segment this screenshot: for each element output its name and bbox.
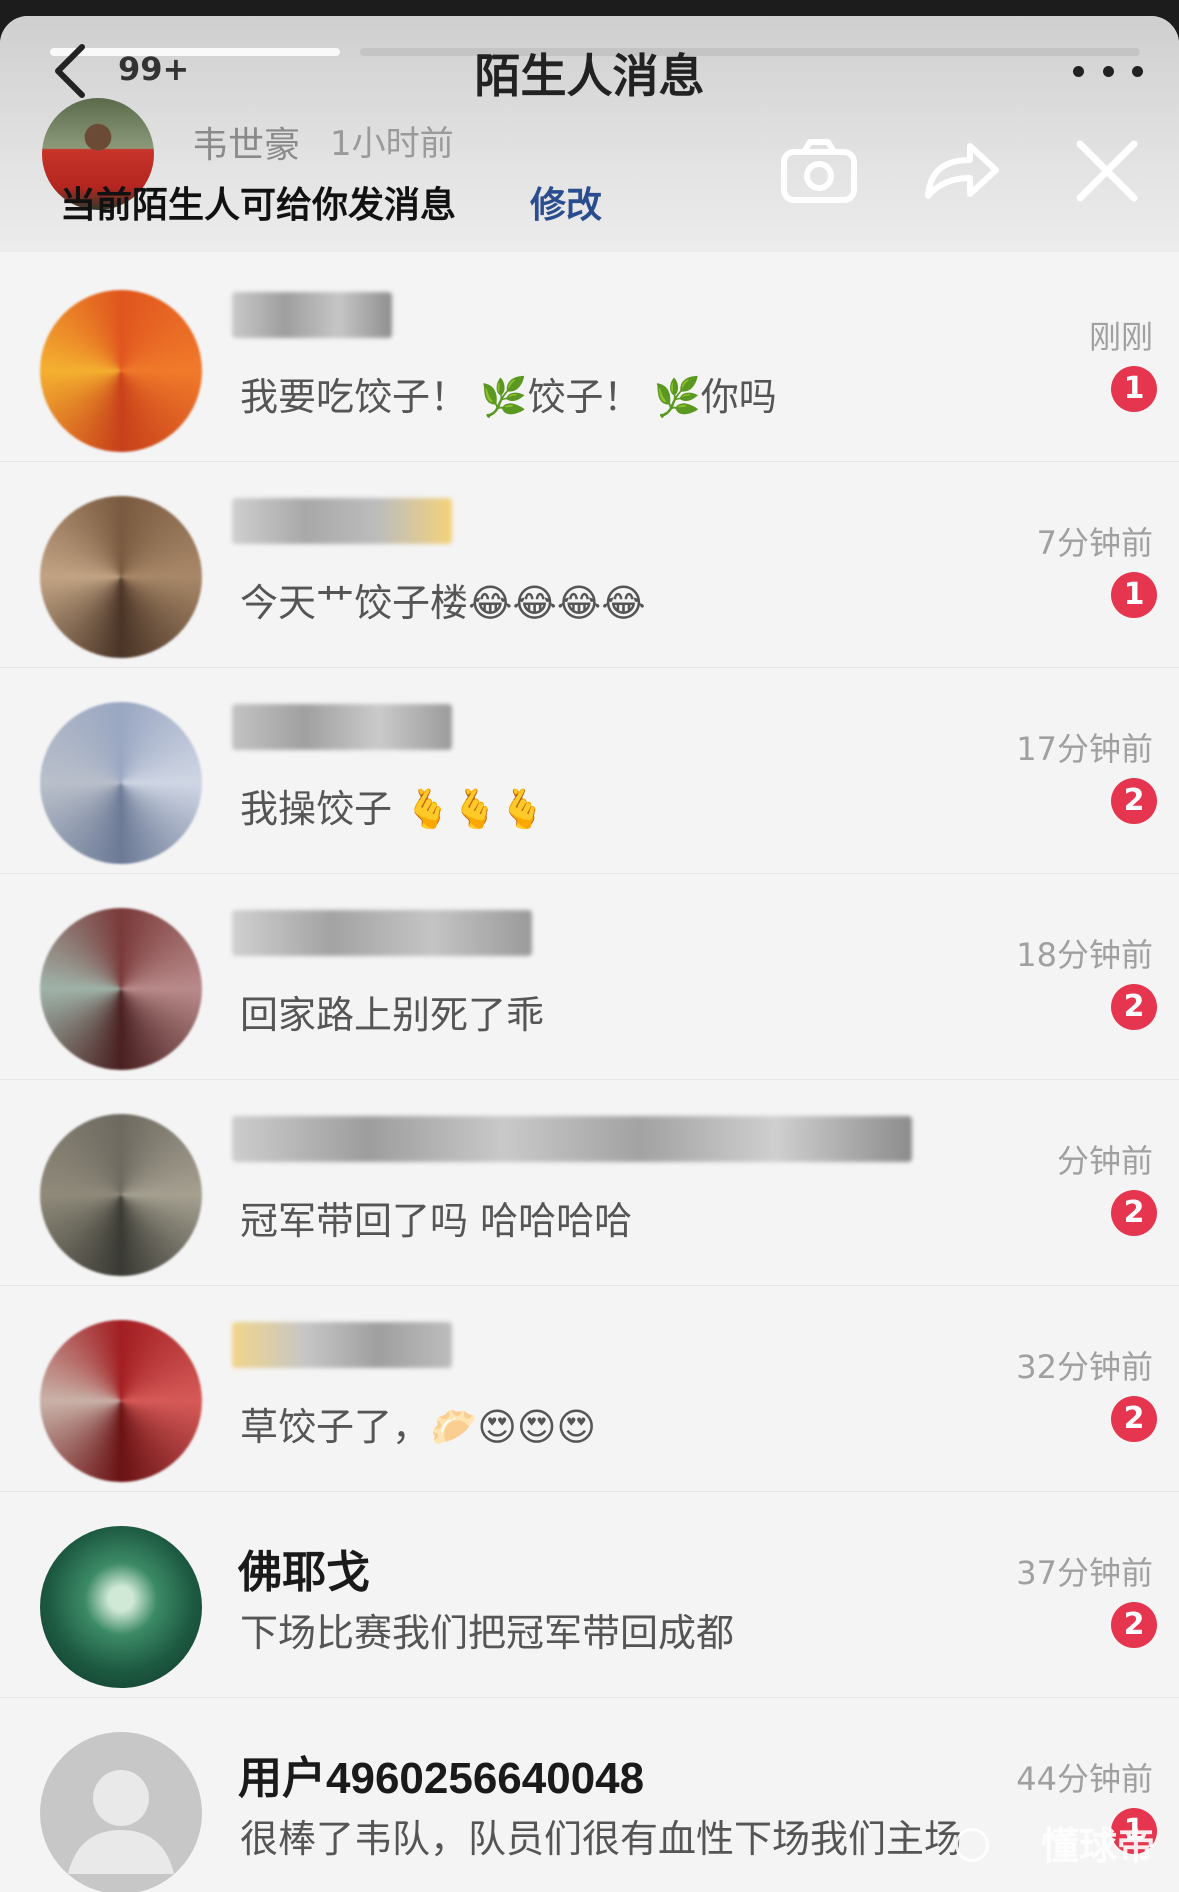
unread-badge: 1 — [1111, 572, 1157, 618]
blurred-name — [232, 1322, 452, 1368]
message-time: 7分钟前 — [1036, 524, 1153, 562]
edit-link[interactable]: 修改 — [530, 176, 602, 228]
unread-badge: 2 — [1111, 778, 1157, 824]
avatar — [40, 908, 202, 1070]
conversation-row[interactable]: 分钟前 冠军带回了吗 哈哈哈哈 2 — [0, 1080, 1179, 1286]
page-title: 陌生人消息 — [474, 49, 705, 103]
conversation-row[interactable]: 17分钟前 我操饺子 🫰🫰🫰 2 — [0, 668, 1179, 874]
dot-icon — [1073, 65, 1084, 77]
avatar — [40, 290, 202, 452]
blurred-name — [232, 910, 532, 956]
share-icon — [925, 143, 999, 199]
conversation-row[interactable]: 刚刚 我要吃饺子！ 🌿饺子！ 🌿你吗 1 — [0, 256, 1179, 462]
blurred-name — [232, 704, 452, 750]
watermark-logo-icon — [955, 1828, 989, 1862]
share-button[interactable] — [916, 126, 1006, 216]
blurred-name — [232, 1116, 912, 1162]
blurred-name — [232, 292, 392, 338]
unread-badge: 2 — [1111, 984, 1157, 1030]
blurred-name — [232, 498, 452, 544]
message-preview: 很棒了韦队，队员们很有血性下场我们主场 — [240, 1817, 963, 1861]
more-button[interactable] — [1073, 56, 1143, 86]
message-preview: 草饺子了，🥟😍😍😍 — [240, 1405, 597, 1449]
message-time: 37分钟前 — [1016, 1554, 1153, 1592]
message-time: 18分钟前 — [1016, 936, 1153, 974]
user-icon — [68, 1770, 174, 1874]
story-time: 1小时前 — [330, 124, 454, 164]
message-preview: 今天艹饺子楼😂😂😂😂 — [240, 581, 646, 625]
message-preview: 下场比赛我们把冠军带回成都 — [240, 1611, 735, 1655]
message-preview: 冠军带回了吗 哈哈哈哈 — [240, 1199, 633, 1243]
unread-badge: 1 — [1111, 366, 1157, 412]
dot-icon — [1132, 65, 1143, 77]
message-preview: 我操饺子 🫰🫰🫰 — [240, 787, 547, 831]
message-preview: 回家路上别死了乖 — [240, 993, 545, 1037]
unread-badge: 2 — [1111, 1602, 1157, 1648]
conversation-list: 刚刚 我要吃饺子！ 🌿饺子！ 🌿你吗 1 7分钟前 今天艹饺子楼😂😂😂😂 1 1… — [0, 256, 1179, 1892]
avatar — [40, 1114, 202, 1276]
conversation-row[interactable]: 用户4960256640048 44分钟前 很棒了韦队，队员们很有血性下场我们主… — [0, 1698, 1179, 1892]
conversation-row[interactable]: 18分钟前 回家路上别死了乖 2 — [0, 874, 1179, 1080]
story-caption: 当前陌生人可给你发消息 — [60, 185, 457, 226]
story-author-name: 韦世豪 — [192, 125, 301, 166]
camera-icon — [781, 139, 857, 203]
message-time: 分钟前 — [1056, 1142, 1153, 1180]
message-time: 17分钟前 — [1016, 730, 1153, 768]
message-time: 刚刚 — [1088, 318, 1153, 356]
unread-badge: 2 — [1111, 1190, 1157, 1236]
header: 99+ 陌生人消息 韦世豪 1小时前 当前陌生人可给你发消息 修改 — [0, 16, 1179, 252]
conversation-row[interactable]: 32分钟前 草饺子了，🥟😍😍😍 2 — [0, 1286, 1179, 1492]
avatar — [40, 702, 202, 864]
phone-screen: 99+ 陌生人消息 韦世豪 1小时前 当前陌生人可给你发消息 修改 刚刚 我要吃… — [0, 16, 1179, 1892]
close-icon — [1076, 140, 1138, 202]
message-time: 44分钟前 — [1016, 1760, 1153, 1798]
camera-button[interactable] — [774, 126, 864, 216]
message-time: 32分钟前 — [1016, 1348, 1153, 1386]
avatar — [40, 496, 202, 658]
avatar — [40, 1320, 202, 1482]
contact-name: 佛耶戈 — [238, 1548, 370, 1597]
contact-name: 用户4960256640048 — [238, 1754, 645, 1803]
dot-icon — [1102, 65, 1114, 77]
watermark: 懂球帝 — [1040, 1824, 1155, 1868]
conversation-row[interactable]: 7分钟前 今天艹饺子楼😂😂😂😂 1 — [0, 462, 1179, 668]
unread-badge: 2 — [1111, 1396, 1157, 1442]
message-preview: 我要吃饺子！ 🌿饺子！ 🌿你吗 — [240, 375, 777, 419]
default-avatar — [40, 1732, 202, 1892]
avatar — [40, 1526, 202, 1688]
conversation-row[interactable]: 佛耶戈 37分钟前 下场比赛我们把冠军带回成都 2 — [0, 1492, 1179, 1698]
close-button[interactable] — [1062, 126, 1152, 216]
